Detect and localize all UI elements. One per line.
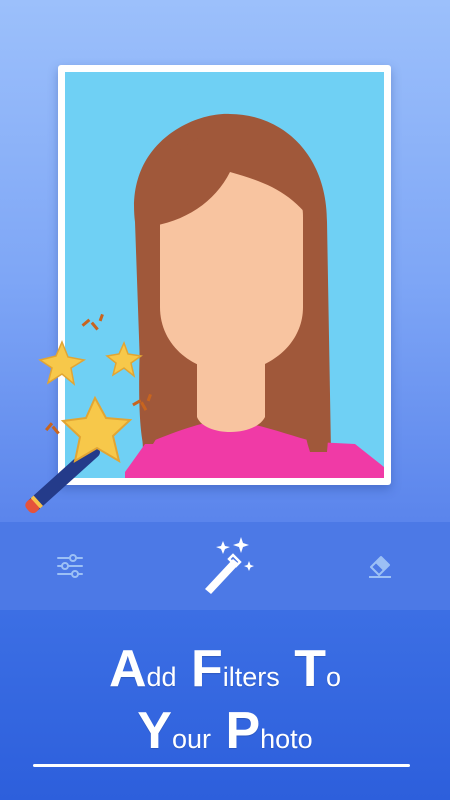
headline-word: Filters — [191, 643, 280, 695]
word-initial: P — [225, 702, 261, 760]
headline-word: Photo — [225, 705, 312, 757]
onboarding-screen: Add Filters To Your Photo — [0, 0, 450, 800]
star-icon — [38, 340, 87, 386]
sliders-icon — [57, 554, 83, 578]
eraser-icon — [369, 556, 391, 578]
magic-filter-tool-button[interactable] — [185, 522, 265, 610]
word-initial: T — [294, 640, 327, 698]
magic-wand-icon — [205, 537, 254, 594]
word-rest: hoto — [260, 724, 313, 754]
headline-underline — [33, 764, 410, 767]
headline-word: Add — [109, 643, 177, 695]
magic-wand-decoration — [25, 313, 152, 514]
word-initial: A — [108, 640, 147, 698]
headline-word: Your — [137, 705, 211, 757]
word-initial: F — [191, 640, 223, 698]
word-rest: o — [326, 662, 342, 692]
editing-toolbar — [0, 522, 450, 610]
eraser-tool-button[interactable] — [340, 522, 420, 610]
word-initial: Y — [137, 702, 172, 760]
headline-line-2: Your Photo — [0, 705, 450, 757]
word-rest: ilters — [222, 662, 280, 692]
adjust-tool-button[interactable] — [30, 522, 110, 610]
headline-line-1: Add Filters To — [0, 643, 450, 695]
headline-word: To — [294, 643, 341, 695]
word-rest: dd — [146, 662, 177, 692]
word-rest: our — [171, 724, 211, 754]
star-icon — [105, 341, 143, 378]
